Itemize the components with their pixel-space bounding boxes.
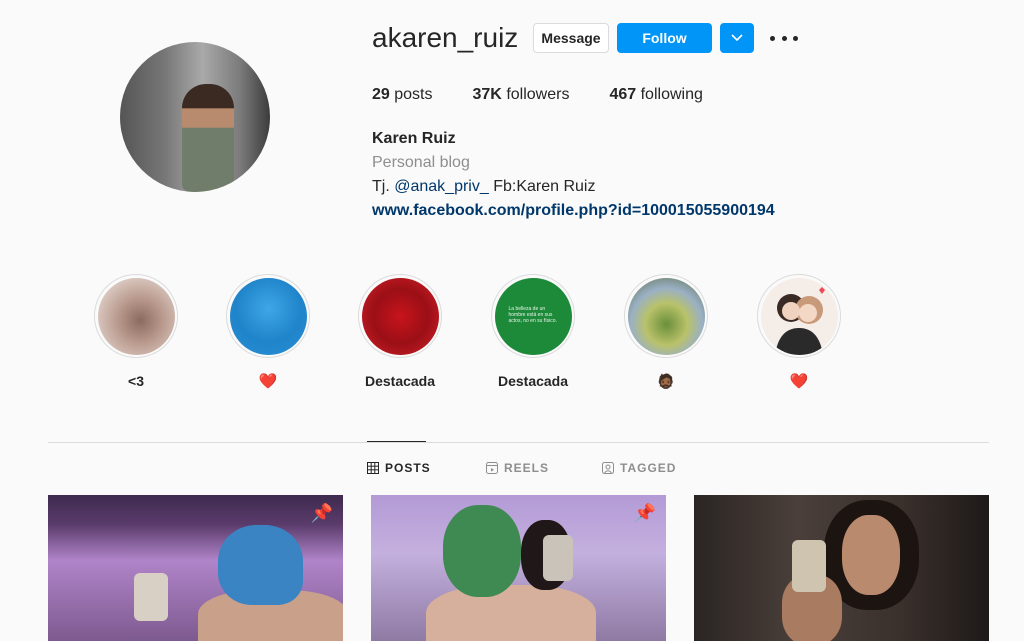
highlight-cover [361,277,439,355]
tab-posts[interactable]: POSTS [367,461,431,475]
suggested-accounts-dropdown-button[interactable] [720,23,754,53]
post-thumbnail[interactable] [694,495,989,641]
highlight-cover [97,277,175,355]
highlight-item[interactable]: ❤️ [757,274,841,390]
post-thumbnail[interactable]: 📌 [48,495,343,641]
profile-username: akaren_ruiz [372,22,519,53]
highlight-label: Destacada [364,373,436,389]
highlight-item[interactable]: Destacada [358,274,442,390]
followers-stat[interactable]: 37K followers [473,86,570,104]
post-thumbnail[interactable]: 📌 [371,495,666,641]
highlight-cover [627,277,705,355]
highlight-ring[interactable] [358,274,442,358]
tab-reels[interactable]: REELS [486,461,549,475]
tab-posts-label: POSTS [385,461,431,475]
profile-stats: 29 posts 37K followers 467 following [372,86,743,104]
highlight-label: Destacada [497,373,569,389]
highlight-label: ❤️ [258,373,278,390]
profile-avatar[interactable] [120,42,270,192]
highlight-label: ❤️ [789,373,809,390]
avatar-photo [182,84,234,192]
highlight-item[interactable]: <3 [94,274,178,390]
highlight-item[interactable]: 🧔🏾 [624,274,708,390]
bio-prefix: Tj. [372,178,390,195]
tab-tagged-label: TAGGED [620,461,677,475]
grid-icon [367,462,379,474]
following-stat[interactable]: 467 following [609,86,702,104]
reels-icon [486,462,498,474]
follow-button[interactable]: Follow [617,23,712,53]
highlight-cover [229,277,307,355]
active-tab-indicator [367,441,426,442]
followers-label: followers [506,86,570,103]
more-options-button[interactable] [770,28,798,48]
tabs-divider [48,442,989,443]
tab-reels-label: REELS [504,461,550,475]
highlight-item[interactable]: ❤️ [226,274,310,390]
followers-count: 37K [472,86,502,103]
message-button[interactable]: Message [533,23,609,53]
posts-count: 29 [372,86,390,103]
highlight-ring[interactable] [757,274,841,358]
highlight-cover: La belleza de un hombre está en sus acto… [494,277,572,355]
highlight-label: 🧔🏾 [657,372,675,389]
highlight-ring[interactable] [94,274,178,358]
following-count: 467 [609,86,637,103]
highlight-ring[interactable] [624,274,708,358]
bio-suffix: Fb:Karen Ruiz [493,178,596,195]
couple-illustration [774,286,825,355]
highlight-cover-text: La belleza de un hombre está en sus acto… [508,305,557,324]
more-options-icon [770,35,775,41]
pinned-post-icon: 📌 [633,503,656,523]
posts-stat: 29 posts [372,86,433,104]
highlight-ring[interactable] [226,274,310,358]
posts-label: posts [394,86,433,103]
profile-website-link[interactable]: www.facebook.com/profile.php?id=10001505… [372,202,775,220]
profile-full-name: Karen Ruiz [372,130,456,147]
highlight-cover [760,277,838,355]
bio-mention-link[interactable]: @anak_priv_ [394,178,489,195]
profile-category: Personal blog [372,154,470,171]
pinned-post-icon: 📌 [310,503,333,523]
chevron-down-icon [731,34,743,42]
profile-bio: Tj. @anak_priv_ Fb:Karen Ruiz [372,178,595,196]
highlight-ring[interactable]: La belleza de un hombre está en sus acto… [491,274,575,358]
tab-tagged[interactable]: TAGGED [602,461,676,475]
tagged-icon [602,462,614,474]
highlight-item[interactable]: La belleza de un hombre está en sus acto… [491,274,575,390]
highlight-label: <3 [128,373,144,389]
following-label: following [640,86,703,103]
